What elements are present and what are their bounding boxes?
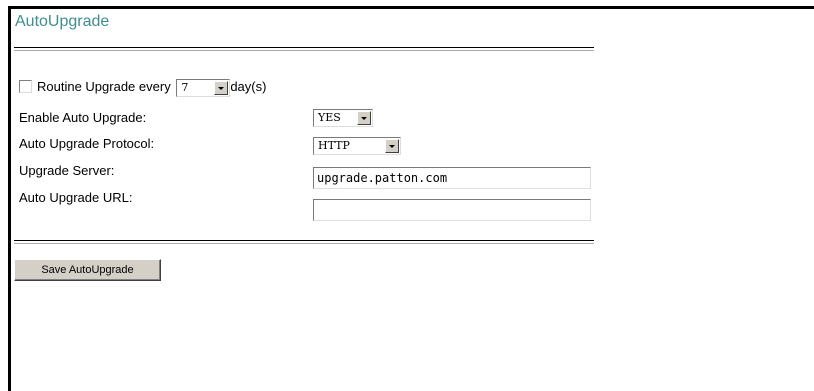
routine-upgrade-label: Routine Upgrade every — [37, 79, 171, 94]
enable-auto-upgrade-value: YES — [318, 111, 341, 124]
chevron-down-icon — [214, 80, 229, 95]
save-autoupgrade-button[interactable]: Save AutoUpgrade — [14, 259, 161, 281]
upgrade-server-label: Upgrade Server: — [19, 163, 115, 178]
page-title: AutoUpgrade — [15, 13, 110, 30]
enable-auto-upgrade-select[interactable]: YES — [313, 109, 373, 127]
routine-upgrade-checkbox[interactable] — [19, 80, 32, 94]
divider-top — [14, 47, 594, 51]
routine-upgrade-row: Routine Upgrade every 7 day(s) — [19, 77, 266, 97]
auto-upgrade-url-label: Auto Upgrade URL: — [19, 190, 133, 205]
auto-upgrade-url-input[interactable] — [313, 199, 591, 221]
upgrade-server-input[interactable]: upgrade.patton.com — [313, 167, 591, 189]
divider-bottom — [14, 240, 594, 244]
routine-days-suffix: day(s) — [230, 79, 267, 94]
routine-days-select[interactable]: 7 — [176, 78, 231, 97]
chevron-down-icon — [357, 111, 371, 125]
protocol-select[interactable]: HTTP — [313, 137, 401, 155]
frame-top-border — [8, 6, 814, 9]
frame-left-border — [8, 6, 11, 391]
protocol-label: Auto Upgrade Protocol: — [19, 136, 155, 151]
routine-days-value: 7 — [181, 80, 189, 94]
enable-auto-upgrade-label: Enable Auto Upgrade: — [19, 110, 147, 125]
chevron-down-icon — [385, 139, 399, 153]
protocol-value: HTTP — [318, 139, 350, 152]
